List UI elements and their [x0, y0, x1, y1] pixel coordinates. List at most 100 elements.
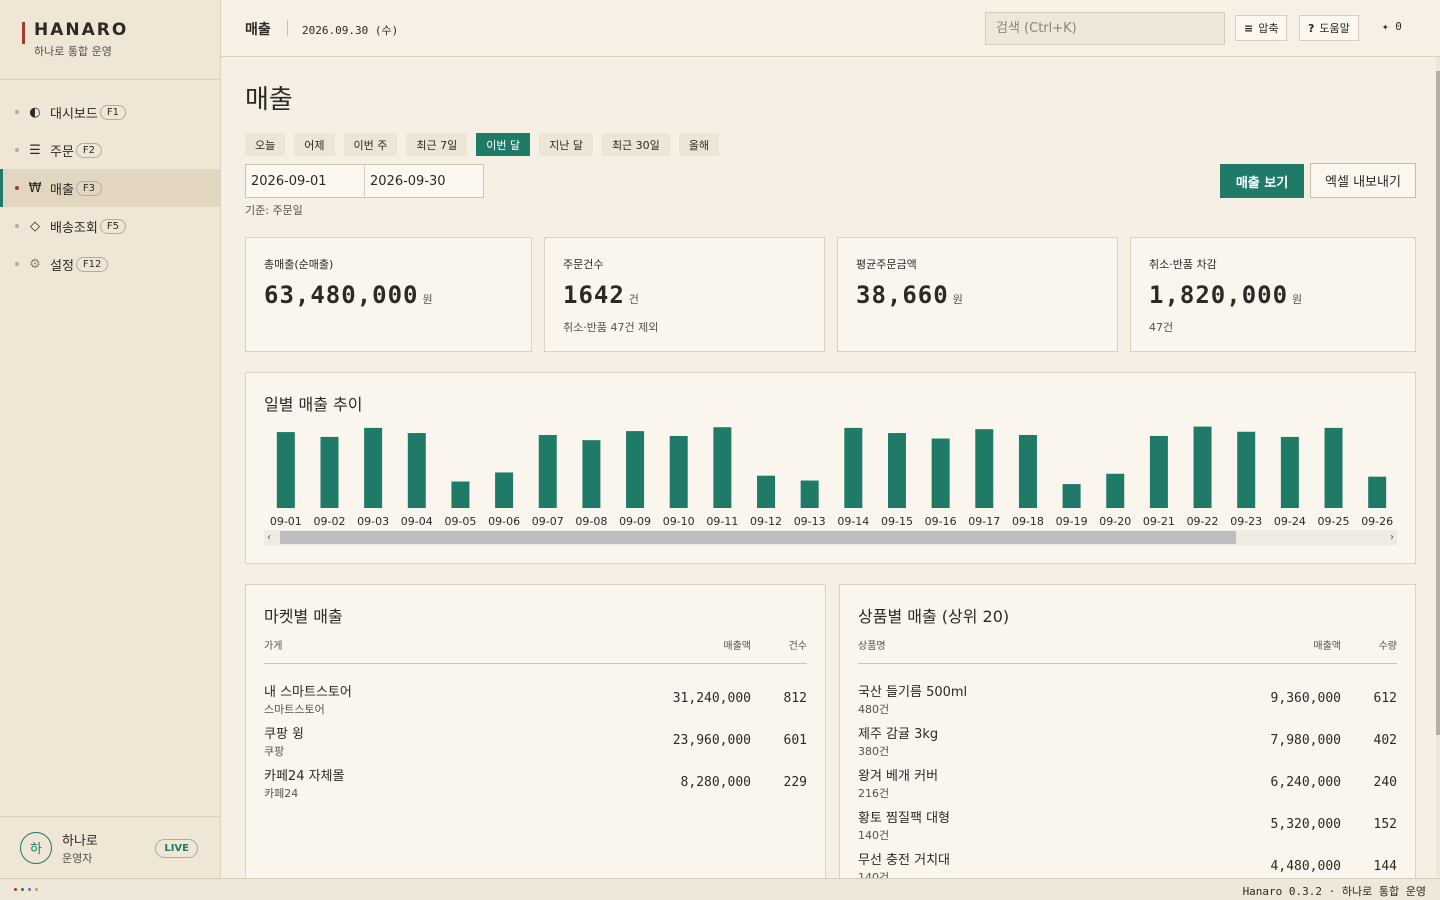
- x-tick-label: 09-12: [750, 515, 782, 528]
- shortcut-key-badge: F3: [75, 180, 103, 196]
- row-amount: 4,480,000: [1270, 859, 1341, 874]
- date-from-input[interactable]: [246, 165, 365, 197]
- main-content: 매출 오늘 어제 이번 주 최근 7일 이번 달 지난 달 최근 30일 올해 기준: 주문일…: [221, 57, 1436, 878]
- chart-bar[interactable]: [931, 438, 950, 508]
- scroll-left-icon[interactable]: ‹: [267, 530, 271, 545]
- nav-dot: [15, 186, 19, 190]
- breadcrumb: 매출: [245, 22, 271, 38]
- table-row[interactable]: 국산 들기름 500ml 480건 9,360,000 612: [858, 681, 1397, 723]
- status-dot: [35, 888, 38, 891]
- chart-bar[interactable]: [1018, 434, 1037, 508]
- dashboard-icon: ◐: [29, 104, 41, 120]
- sidebar-item-orders[interactable]: ☰ 주문 F2: [0, 131, 220, 169]
- row-amount: 6,240,000: [1270, 775, 1341, 790]
- row-subtext: 380건: [858, 745, 890, 758]
- chart-bar[interactable]: [276, 432, 295, 508]
- chart-bar[interactable]: [1280, 436, 1299, 508]
- kpi-label: 평균주문금액: [856, 258, 917, 271]
- sidebar-item-label: 배송조회: [50, 220, 98, 236]
- live-status-badge: LIVE: [155, 839, 198, 858]
- range-tab[interactable]: 최근 7일: [406, 133, 468, 156]
- scroll-right-icon[interactable]: ›: [1390, 530, 1394, 545]
- user-role: 운영자: [62, 851, 93, 865]
- range-tab[interactable]: 최근 30일: [601, 133, 670, 156]
- row-count: 402: [1373, 733, 1397, 748]
- search-input[interactable]: [985, 12, 1225, 45]
- delivery-icon: ◇: [30, 218, 40, 234]
- x-tick-label: 09-20: [1099, 515, 1131, 528]
- chart-bar[interactable]: [407, 433, 426, 508]
- chart-bar[interactable]: [495, 472, 514, 508]
- chart-bar[interactable]: [975, 429, 994, 508]
- chart-bar[interactable]: [757, 475, 776, 508]
- export-excel-button[interactable]: 엑셀 내보내기: [1310, 163, 1416, 198]
- range-tab[interactable]: 오늘: [245, 133, 286, 156]
- view-sales-button[interactable]: 매출 보기: [1220, 164, 1304, 198]
- x-tick-label: 09-07: [532, 515, 564, 528]
- compact-icon: ≡: [1244, 21, 1254, 35]
- help-button[interactable]: ? 도움말: [1299, 15, 1359, 41]
- chart-bar[interactable]: [713, 427, 732, 508]
- page-title: 매출: [245, 85, 293, 115]
- range-tab[interactable]: 지난 달: [539, 133, 593, 156]
- compact-button[interactable]: ≡ 압축: [1235, 15, 1288, 41]
- row-subtext: 쿠팡: [264, 745, 285, 758]
- date-range-picker: [245, 164, 484, 198]
- chart-bar[interactable]: [1237, 431, 1256, 508]
- vertical-scroll-thumb[interactable]: [1436, 71, 1440, 735]
- chart-bar[interactable]: [538, 434, 557, 508]
- row-name: 국산 들기름 500ml: [858, 685, 968, 700]
- table-row[interactable]: 무선 충전 거치대 140건 4,480,000 144: [858, 849, 1397, 878]
- brand-subtitle: 하나로 통합 운영: [34, 45, 112, 58]
- table-row[interactable]: 황토 찜질팩 대형 140건 5,320,000 152: [858, 807, 1397, 849]
- user-profile[interactable]: 하 하나로 운영자 LIVE: [0, 816, 220, 878]
- chart-horizontal-scrollbar[interactable]: ‹ ›: [264, 530, 1397, 545]
- chart-bar[interactable]: [1368, 476, 1387, 508]
- chart-bar[interactable]: [1193, 426, 1212, 508]
- sidebar-item-settings[interactable]: ⚙ 설정 F12: [0, 245, 220, 283]
- chart-bar[interactable]: [582, 440, 601, 508]
- kpi-value-row: 63,480,000 원: [264, 281, 513, 309]
- row-count: 612: [1373, 691, 1397, 706]
- kpi-subtext: 47건: [1149, 321, 1174, 334]
- chart-bar[interactable]: [887, 433, 906, 508]
- table-row[interactable]: 내 스마트스토어 스마트스토어 31,240,000 812: [264, 681, 807, 723]
- chart-bar[interactable]: [364, 427, 383, 508]
- chart-bar[interactable]: [669, 435, 688, 508]
- chart-bar[interactable]: [1324, 427, 1343, 508]
- table-row[interactable]: 쿠팡 윙 쿠팡 23,960,000 601: [264, 723, 807, 765]
- chart-bar[interactable]: [451, 481, 470, 508]
- date-range-tabs: 오늘 어제 이번 주 최근 7일 이번 달 지난 달 최근 30일 올해: [245, 133, 728, 156]
- kpi-subtext: 취소·반품 47건 제외: [563, 321, 659, 334]
- chart-bar[interactable]: [800, 480, 819, 508]
- table-row[interactable]: 카페24 자체몰 카페24 8,280,000 229: [264, 765, 807, 807]
- row-count: 144: [1373, 859, 1397, 874]
- sidebar-item-delivery[interactable]: ◇ 배송조회 F5: [0, 207, 220, 245]
- chart-scroll-thumb[interactable]: [280, 531, 1236, 544]
- nav-dot: [15, 110, 19, 114]
- chart-bar[interactable]: [626, 431, 645, 508]
- range-tab[interactable]: 이번 주: [343, 133, 398, 156]
- x-tick-label: 09-03: [357, 515, 389, 528]
- chart-bar[interactable]: [844, 427, 863, 508]
- notification-counter[interactable]: ✦ 0: [1382, 20, 1402, 33]
- chart-bar[interactable]: [1062, 484, 1081, 508]
- main-vertical-scrollbar[interactable]: [1436, 57, 1440, 878]
- row-name: 카페24 자체몰: [264, 769, 345, 784]
- row-count: 152: [1373, 817, 1397, 832]
- table-row[interactable]: 제주 감귤 3kg 380건 7,980,000 402: [858, 723, 1397, 765]
- range-tab[interactable]: 어제: [294, 133, 335, 156]
- range-tab[interactable]: 이번 달: [476, 133, 531, 156]
- sidebar-item-label: 설정: [50, 258, 74, 274]
- range-tab[interactable]: 올해: [678, 133, 720, 156]
- row-subtext: 140건: [858, 871, 890, 878]
- chart-bar[interactable]: [1149, 435, 1168, 508]
- chart-bar[interactable]: [1106, 473, 1125, 508]
- table-row[interactable]: 왕겨 베개 커버 216건 6,240,000 240: [858, 765, 1397, 807]
- row-amount: 5,320,000: [1270, 817, 1341, 832]
- sidebar-item-dashboard[interactable]: ◐ 대시보드 F1: [0, 93, 220, 131]
- row-count: 229: [783, 775, 807, 790]
- chart-bar[interactable]: [320, 436, 339, 508]
- sidebar-item-sales[interactable]: ₩ 매출 F3: [0, 169, 220, 207]
- date-to-input[interactable]: [365, 165, 484, 197]
